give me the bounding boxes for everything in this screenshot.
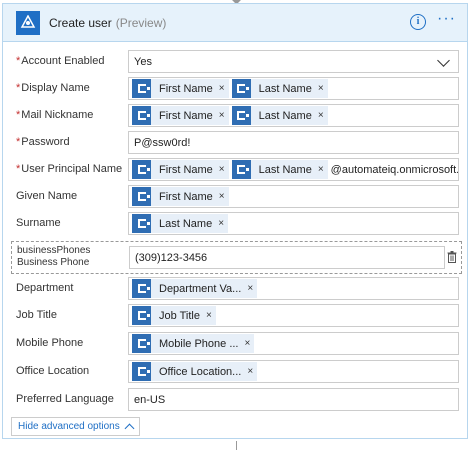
token-first-name[interactable]: First Name ×: [132, 106, 229, 125]
business-phone-field[interactable]: (309)123-3456: [129, 246, 445, 269]
azure-ad-icon: [16, 10, 40, 35]
office-location-label: Office Location: [16, 365, 90, 377]
mail-nickname-field[interactable]: First Name × Last Name ×: [128, 104, 459, 127]
preview-badge: (Preview): [115, 15, 167, 30]
chevron-up-icon: [124, 423, 135, 434]
token-job-title[interactable]: Job Title ×: [132, 306, 216, 325]
azure-ad-token-icon: [231, 106, 251, 125]
row-surname: Surname Last Name ×: [3, 212, 467, 236]
given-name-label: Given Name: [16, 190, 78, 202]
row-office-location: Office Location Office Location... ×: [3, 360, 467, 384]
azure-ad-token-icon: [132, 279, 151, 298]
token-last-name[interactable]: Last Name ×: [231, 79, 328, 98]
row-given-name: Given Name First Name ×: [3, 185, 467, 209]
surname-label: Surname: [16, 217, 61, 229]
department-field[interactable]: Department Va... ×: [128, 277, 459, 300]
office-location-field[interactable]: Office Location... ×: [128, 360, 459, 383]
job-title-field[interactable]: Job Title ×: [128, 304, 459, 327]
azure-ad-token-icon: [132, 306, 151, 325]
azure-ad-token-icon: [132, 187, 151, 206]
azure-ad-token-icon: [132, 362, 151, 381]
remove-token-icon[interactable]: ×: [219, 110, 225, 121]
azure-ad-token-icon: [132, 160, 151, 179]
trash-icon[interactable]: [447, 251, 457, 263]
token-office-location[interactable]: Office Location... ×: [132, 362, 258, 381]
upn-label: *User Principal Name: [16, 163, 123, 175]
remove-token-icon[interactable]: ×: [318, 83, 324, 94]
account-enabled-select[interactable]: Yes: [128, 50, 459, 73]
row-upn: *User Principal Name First Name × Last Na…: [3, 158, 467, 182]
token-last-name[interactable]: Last Name ×: [132, 214, 229, 233]
password-field[interactable]: P@ssw0rd!: [128, 131, 459, 154]
row-password: *Password P@ssw0rd!: [3, 131, 467, 155]
azure-ad-token-icon: [132, 106, 151, 125]
business-phones-group: businessPhones Business Phone (309)123-3…: [11, 241, 462, 274]
azure-ad-token-icon: [132, 214, 151, 233]
remove-token-icon[interactable]: ×: [247, 366, 253, 377]
token-last-name[interactable]: Last Name ×: [231, 160, 328, 179]
remove-token-icon[interactable]: ×: [219, 164, 225, 175]
surname-field[interactable]: Last Name ×: [128, 212, 459, 235]
azure-ad-token-icon: [231, 79, 251, 98]
password-label: *Password: [16, 136, 70, 148]
remove-token-icon[interactable]: ×: [218, 218, 224, 229]
mobile-phone-label: Mobile Phone: [16, 337, 84, 349]
account-enabled-label: *Account Enabled: [16, 55, 105, 67]
display-name-field[interactable]: First Name × Last Name ×: [128, 77, 459, 100]
token-last-name[interactable]: Last Name ×: [231, 106, 328, 125]
upn-field[interactable]: First Name × Last Name × @automateiq.onmic…: [128, 158, 459, 181]
token-mobile-phone[interactable]: Mobile Phone ... ×: [132, 334, 255, 353]
preferred-language-label: Preferred Language: [16, 393, 114, 405]
card-title: Create user: [49, 15, 112, 30]
row-account-enabled: *Account Enabled Yes: [3, 50, 467, 74]
preferred-language-field[interactable]: en-US: [128, 388, 459, 411]
mobile-phone-field[interactable]: Mobile Phone ... ×: [128, 332, 459, 355]
row-mobile-phone: Mobile Phone Mobile Phone ... ×: [3, 332, 467, 356]
action-card: Create user (Preview) i ··· *Account Ena…: [2, 3, 468, 439]
row-mail-nickname: *Mail Nickname First Name × Last Name ×: [3, 104, 467, 128]
remove-token-icon[interactable]: ×: [247, 283, 253, 294]
remove-token-icon[interactable]: ×: [206, 310, 212, 321]
row-job-title: Job Title Job Title ×: [3, 304, 467, 328]
department-label: Department: [16, 282, 74, 294]
hide-advanced-options-button[interactable]: Hide advanced options: [11, 417, 140, 436]
remove-token-icon[interactable]: ×: [219, 83, 225, 94]
info-icon[interactable]: i: [410, 14, 426, 30]
azure-ad-token-icon: [231, 160, 251, 179]
token-first-name[interactable]: First Name ×: [132, 160, 229, 179]
display-name-label: *Display Name: [16, 82, 90, 94]
card-header[interactable]: Create user (Preview) i ···: [3, 4, 467, 42]
remove-token-icon[interactable]: ×: [318, 110, 324, 121]
remove-token-icon[interactable]: ×: [219, 191, 225, 202]
row-department: Department Department Va... ×: [3, 277, 467, 301]
remove-token-icon[interactable]: ×: [245, 338, 251, 349]
token-first-name[interactable]: First Name ×: [132, 79, 229, 98]
mail-nickname-label: *Mail Nickname: [16, 109, 94, 121]
job-title-label: Job Title: [16, 309, 57, 321]
token-first-name[interactable]: First Name ×: [132, 187, 229, 206]
flow-connector-bottom: [236, 441, 237, 450]
upn-domain-suffix: @automateiq.onmicrosoft.com: [330, 163, 459, 176]
remove-token-icon[interactable]: ×: [318, 164, 324, 175]
business-phones-label: businessPhones Business Phone: [17, 245, 91, 268]
chevron-down-icon[interactable]: [437, 54, 450, 67]
azure-ad-token-icon: [132, 334, 151, 353]
token-department[interactable]: Department Va... ×: [132, 279, 258, 298]
row-display-name: *Display Name First Name × Last Name ×: [3, 77, 467, 101]
given-name-field[interactable]: First Name ×: [128, 185, 459, 208]
azure-ad-token-icon: [132, 79, 151, 98]
more-icon[interactable]: ···: [437, 11, 455, 30]
row-preferred-language: Preferred Language en-US: [3, 388, 467, 412]
